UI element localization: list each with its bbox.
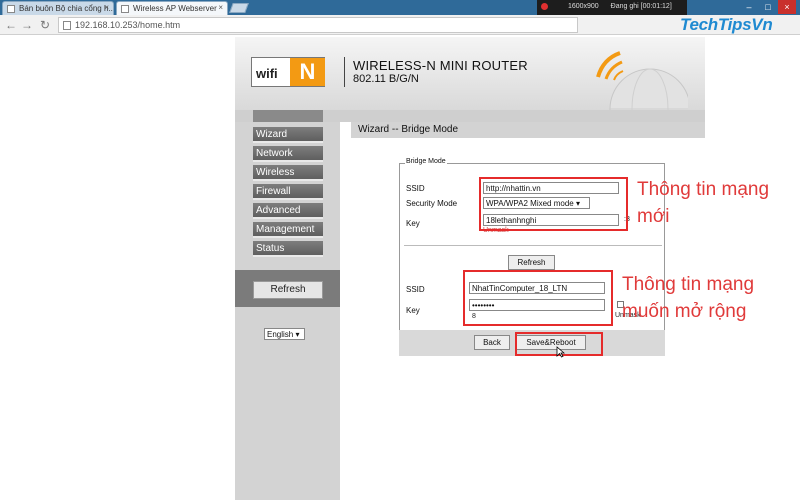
sidebar-item-wireless[interactable]: Wireless [253,165,323,181]
router-header: wifi N WIRELESS-N MINI ROUTER 802.11 B/G… [235,37,705,127]
recorder-resolution: 1600x900 [567,3,599,11]
logo-n-text: N [290,58,325,86]
page-favicon-icon [7,5,15,13]
page-favicon-icon [121,5,129,13]
router-subtitle: 802.11 B/G/N [353,73,419,85]
tab-ban-buon[interactable]: Bán buôn Bộ chia cổng h... × [2,1,114,15]
close-tab-icon[interactable]: × [104,3,109,12]
router-page: wifi N WIRELESS-N MINI ROUTER 802.11 B/G… [235,37,705,500]
close-tab-icon[interactable]: × [218,3,223,12]
sidebar-item-network[interactable]: Network [253,146,323,162]
mouse-cursor-icon [556,346,565,358]
section-title: Wizard -- Bridge Mode [351,122,705,138]
browser-tab-bar: Bán buôn Bộ chia cổng h... × Wireless AP… [0,0,800,15]
close-window-button[interactable]: × [778,0,796,14]
back-arrow-icon[interactable]: ← [4,17,18,33]
key-label: Key [406,219,420,228]
header-divider [344,57,345,87]
record-icon [541,3,548,10]
sidebar-item-status[interactable]: Status [253,241,323,257]
router-title: WIRELESS-N MINI ROUTER [353,58,528,73]
tab-wireless-ap[interactable]: Wireless AP Webserver × [116,1,228,15]
sidebar-item-wizard[interactable]: Wizard [253,127,323,143]
window-controls: – □ × [740,0,800,15]
annotation-new-line2: mới [637,206,670,227]
page-icon [63,21,71,30]
sidebar-refresh-button[interactable]: Refresh [253,281,323,299]
tab-label: Wireless AP Webserver [133,4,217,13]
annotation-extend-line1: Thông tin mạng [622,274,755,295]
back-button[interactable]: Back [474,335,510,350]
section-separator [404,245,662,246]
logo-wifi-text: wifi [256,66,278,81]
maximize-button[interactable]: □ [759,0,777,14]
security-mode-label: Security Mode [406,199,458,208]
reload-icon[interactable]: ↻ [38,17,52,33]
forward-arrow-icon[interactable]: → [20,17,34,33]
annotation-box-new-network [479,177,628,231]
minimize-button[interactable]: – [740,0,758,14]
extend-ssid-label: SSID [406,285,425,294]
address-input[interactable]: 192.168.10.253/home.htm [58,17,578,33]
tab-label: Bán buôn Bộ chia cổng h... [19,4,114,13]
annotation-extend-line2: muốn mở rộng [622,301,747,322]
brand-watermark: TechTipsVn [680,15,773,34]
sidebar-item-firewall[interactable]: Firewall [253,184,323,200]
fieldset-legend: Bridge Mode [405,158,447,165]
sidebar-item-management[interactable]: Management [253,222,323,238]
sidebar-top-tab [253,110,323,122]
new-tab-button[interactable] [229,3,249,13]
ssid-label: SSID [406,184,425,193]
annotation-box-extend-network [463,270,613,326]
extend-key-label: Key [406,306,420,315]
wifi-n-logo: wifi N [251,57,325,87]
recorder-status: Đang ghi [00:01:12] [610,3,672,11]
sidebar: Wizard Network Wireless Firewall Advance… [235,110,340,500]
screen-recorder-bar: 1600x900 Đang ghi [00:01:12] [537,0,687,15]
sidebar-item-advanced[interactable]: Advanced [253,203,323,219]
address-text: 192.168.10.253/home.htm [75,20,181,30]
refresh-button[interactable]: Refresh [508,255,555,270]
language-select[interactable]: English ▾ [264,328,305,340]
annotation-new-line1: Thông tin mạng [637,179,770,200]
